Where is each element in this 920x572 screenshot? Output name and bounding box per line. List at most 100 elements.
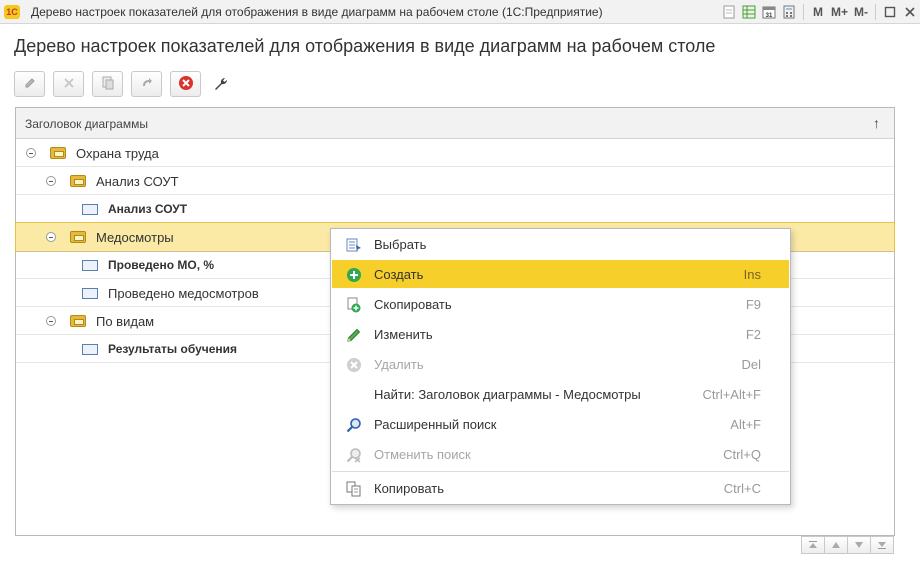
collapse-icon[interactable]	[46, 176, 56, 186]
window-titlebar: 1С Дерево настроек показателей для отобр…	[0, 0, 920, 24]
folder-icon	[70, 315, 86, 327]
menu-item-label: Удалить	[374, 357, 424, 372]
tree-row-label: Медосмотры	[96, 229, 174, 245]
wrench-icon	[212, 75, 228, 94]
select-list-icon	[346, 237, 362, 253]
chart-icon	[82, 203, 98, 215]
form-toolbar	[14, 71, 231, 97]
tree-row-label: Анализ СОУТ	[96, 173, 179, 189]
tree-row-label: Охрана труда	[76, 145, 159, 161]
titlebar-divider	[875, 4, 876, 20]
scroll-up-button[interactable]	[824, 536, 848, 554]
menu-item-shortcut: Ctrl+Q	[723, 447, 761, 462]
chart-icon	[82, 259, 98, 271]
menu-item-label: Изменить	[374, 327, 433, 342]
copy-add-icon	[346, 297, 362, 313]
menu-item-label: Создать	[374, 267, 424, 282]
menu-item-label: Найти: Заголовок диаграммы - Медосмотры	[374, 387, 641, 402]
copy-icon	[101, 76, 115, 93]
delete-button[interactable]	[53, 71, 84, 97]
move-button[interactable]	[131, 71, 162, 97]
tree-row-label: Проведено медосмотров	[108, 285, 259, 301]
delete-grey-icon	[346, 357, 362, 373]
folder-icon	[70, 231, 86, 243]
chart-icon	[82, 287, 98, 299]
memory-button[interactable]: M	[808, 0, 828, 24]
scroll-down-button[interactable]	[847, 536, 871, 554]
page-title: Дерево настроек показателей для отображе…	[14, 36, 716, 56]
spreadsheet-icon[interactable]	[739, 0, 759, 24]
pencil-icon	[23, 76, 37, 93]
menu-separator	[332, 471, 789, 472]
add-green-icon	[346, 267, 362, 283]
menu-item-edit[interactable]: Изменить F2	[332, 320, 789, 348]
chart-icon	[82, 343, 98, 355]
folder-icon	[70, 175, 86, 187]
folder-icon	[50, 147, 66, 159]
close-red-icon	[178, 75, 194, 94]
scroll-bottom-button[interactable]	[870, 536, 894, 554]
menu-item-cancel-search[interactable]: Отменить поиск Ctrl+Q	[332, 440, 789, 468]
scroll-down-icon	[854, 538, 864, 552]
scroll-up-icon	[831, 538, 841, 552]
app-logo-icon: 1С	[4, 5, 20, 19]
menu-item-duplicate[interactable]: Скопировать F9	[332, 290, 789, 318]
window-title: Дерево настроек показателей для отображе…	[31, 5, 603, 19]
close-form-button[interactable]	[170, 71, 201, 97]
menu-item-delete[interactable]: Удалить Del	[332, 350, 789, 378]
titlebar-controls: 31 M M+ M-	[719, 0, 920, 24]
scroll-bottom-icon	[877, 538, 887, 552]
svg-text:31: 31	[766, 13, 773, 19]
scroll-top-icon	[808, 538, 818, 552]
cancel-search-icon	[346, 447, 362, 463]
calculator-icon[interactable]	[779, 0, 799, 24]
search-icon	[346, 417, 362, 433]
calendar-icon[interactable]: 31	[759, 0, 779, 24]
tree-row-label: Результаты обучения	[108, 342, 238, 356]
table-header[interactable]: Заголовок диаграммы ↑	[16, 108, 894, 139]
edit-button[interactable]	[14, 71, 45, 97]
collapse-icon[interactable]	[26, 148, 36, 158]
menu-item-shortcut: Ctrl+C	[723, 481, 761, 496]
delete-icon	[63, 77, 75, 92]
menu-item-shortcut: Ins	[743, 267, 761, 282]
menu-item-label: Отменить поиск	[374, 447, 471, 462]
menu-item-shortcut: Del	[741, 357, 761, 372]
table-navigation	[801, 536, 894, 554]
settings-button[interactable]	[209, 71, 231, 97]
memory-plus-button[interactable]: M+	[828, 0, 851, 24]
column-header-title[interactable]: Заголовок диаграммы	[25, 117, 148, 131]
context-menu: Выбрать Создать Ins Скопировать F9 Измен…	[330, 228, 791, 505]
menu-item-advanced-search[interactable]: Расширенный поиск Alt+F	[332, 410, 789, 438]
menu-item-label: Расширенный поиск	[374, 417, 497, 432]
tree-row[interactable]: Анализ СОУТ	[16, 195, 894, 223]
print-icon[interactable]	[719, 0, 739, 24]
tree-row-label: Анализ СОУТ	[108, 202, 188, 216]
copy-clipboard-icon	[346, 481, 362, 497]
menu-item-label: Выбрать	[374, 237, 427, 252]
maximize-icon[interactable]	[880, 0, 900, 24]
menu-item-shortcut: Alt+F	[730, 417, 761, 432]
memory-minus-button[interactable]: M-	[851, 0, 871, 24]
sort-indicator-icon[interactable]: ↑	[873, 115, 880, 131]
tree-row[interactable]: Анализ СОУТ	[16, 167, 894, 195]
tree-row-label: Проведено МО, %	[108, 258, 215, 272]
menu-item-shortcut: Ctrl+Alt+F	[702, 387, 761, 402]
scroll-top-button[interactable]	[801, 536, 825, 554]
pencil-icon	[346, 327, 362, 343]
collapse-icon[interactable]	[46, 316, 56, 326]
menu-item-find[interactable]: Найти: Заголовок диаграммы - Медосмотры …	[332, 380, 789, 408]
menu-item-create[interactable]: Создать Ins	[332, 260, 789, 288]
menu-item-shortcut: F9	[745, 297, 761, 312]
menu-item-copy[interactable]: Копировать Ctrl+C	[332, 474, 789, 502]
copy-button[interactable]	[92, 71, 123, 97]
titlebar-divider	[802, 4, 804, 20]
menu-item-select[interactable]: Выбрать	[332, 230, 789, 258]
menu-item-label: Копировать	[374, 481, 444, 496]
close-icon[interactable]	[900, 0, 920, 24]
move-icon	[140, 76, 154, 93]
tree-row-label: По видам	[96, 313, 155, 329]
tree-row[interactable]: Охрана труда	[16, 139, 894, 167]
menu-item-label: Скопировать	[374, 297, 452, 312]
collapse-icon[interactable]	[46, 232, 56, 242]
